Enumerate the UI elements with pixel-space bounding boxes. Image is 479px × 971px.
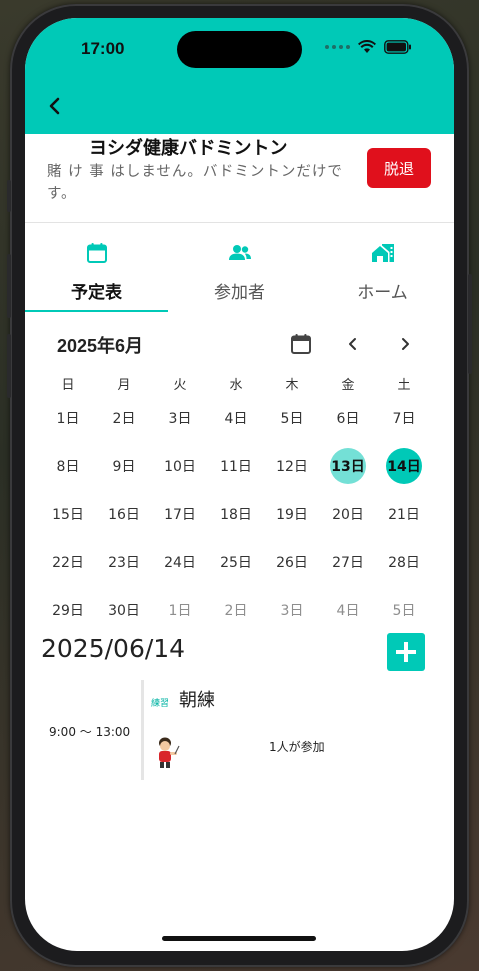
add-event-button[interactable] [387, 633, 425, 671]
weekday-label: 木 [285, 378, 299, 393]
weekday-label: 火 [173, 378, 187, 393]
calendar-day[interactable]: 18日 [208, 490, 264, 538]
calendar-day-next-month[interactable]: 2日 [208, 586, 264, 634]
wifi-icon [358, 40, 376, 53]
next-month-button[interactable] [391, 330, 419, 358]
event-divider [141, 680, 144, 780]
calendar-day[interactable]: 25日 [208, 538, 264, 586]
dynamic-island [177, 31, 302, 68]
calendar-week: 15日 16日 17日 18日 19日 20日 21日 [40, 490, 432, 538]
calendar-week: 8日 9日 10日 11日 12日 13日 14日 [40, 442, 432, 490]
calendar-day[interactable]: 3日 [152, 394, 208, 442]
plus-icon [396, 642, 416, 662]
tab-bar: 予定表 参加者 ホーム [25, 240, 454, 314]
chevron-left-icon [49, 97, 60, 115]
calendar-day[interactable]: 20日 [320, 490, 376, 538]
calendar-day[interactable]: 2日 [96, 394, 152, 442]
calendar-day[interactable]: 15日 [40, 490, 96, 538]
event-tag: 練習 [151, 699, 170, 709]
leave-group-button[interactable]: 脱退 [367, 148, 431, 188]
calendar-day[interactable]: 24日 [152, 538, 208, 586]
tab-schedule[interactable]: 予定表 [25, 240, 168, 314]
tab-participants-label: 参加者 [214, 283, 265, 303]
calendar-header: 2025年6月 [25, 328, 454, 364]
prev-month-button[interactable] [339, 330, 367, 358]
status-icons [325, 40, 412, 54]
action-button [7, 180, 11, 212]
calendar-day[interactable]: 5日 [264, 394, 320, 442]
battery-icon [384, 40, 411, 54]
home-icon [371, 244, 394, 262]
tab-schedule-label: 予定表 [71, 283, 122, 303]
weekday-label: 日 [61, 378, 75, 393]
tab-participants[interactable]: 参加者 [168, 240, 311, 314]
event-title: 朝練 [179, 690, 215, 711]
calendar-day[interactable]: 27日 [320, 538, 376, 586]
status-time: 17:00 [81, 39, 125, 58]
calendar-day[interactable]: 17日 [152, 490, 208, 538]
month-label: 2025年6月 [57, 336, 144, 356]
chevron-left-icon [349, 338, 356, 350]
people-icon [228, 245, 251, 260]
participant-avatar [159, 737, 180, 768]
calendar-day[interactable]: 19日 [264, 490, 320, 538]
selected-date-heading: 2025/06/14 [41, 634, 186, 663]
calendar-day[interactable]: 1日 [40, 394, 96, 442]
group-title: ヨシダ健康バドミントン [89, 138, 288, 158]
event-card[interactable]: 9:00 ～ 13:00 練習 朝練 1人が参加 [25, 680, 454, 782]
calendar-day[interactable]: 28日 [376, 538, 432, 586]
power-button [468, 274, 472, 374]
weekday-header: 日 月 火 水 木 金 土 [40, 374, 432, 393]
calendar-day[interactable]: 7日 [376, 394, 432, 442]
calendar-icon [86, 243, 107, 263]
calendar-week: 29日 30日 1日 2日 3日 4日 5日 [40, 586, 432, 634]
back-button[interactable] [43, 94, 67, 118]
calendar-icon [291, 334, 311, 354]
calendar-day[interactable]: 23日 [96, 538, 152, 586]
volume-up-button [7, 254, 11, 318]
tab-home[interactable]: ホーム [311, 240, 454, 314]
chevron-right-icon [402, 338, 409, 350]
calendar-day-selected[interactable]: 14日 [376, 442, 432, 490]
weekday-label: 金 [341, 378, 355, 393]
calendar-week: 1日 2日 3日 4日 5日 6日 7日 [40, 394, 432, 442]
calendar-day-next-month[interactable]: 5日 [376, 586, 432, 634]
cellular-signal-icon [325, 45, 350, 49]
volume-down-button [7, 334, 11, 398]
home-indicator [162, 936, 316, 941]
calendar-day[interactable]: 30日 [96, 586, 152, 634]
calendar-day[interactable]: 11日 [208, 442, 264, 490]
calendar-day-next-month[interactable]: 4日 [320, 586, 376, 634]
calendar-day[interactable]: 9日 [96, 442, 152, 490]
calendar-day[interactable]: 12日 [264, 442, 320, 490]
group-description: 賭 け 事 はしません。バドミントンだけです。 [47, 164, 343, 202]
calendar-day-next-month[interactable]: 3日 [264, 586, 320, 634]
calendar-week: 22日 23日 24日 25日 26日 27日 28日 [40, 538, 432, 586]
calendar-day[interactable]: 29日 [40, 586, 96, 634]
screen: 17:00 ヨシダ健康バドミントン 賭 け 事 はしません。バドミントンだけです… [25, 18, 454, 951]
calendar-day[interactable]: 26日 [264, 538, 320, 586]
calendar-day[interactable]: 21日 [376, 490, 432, 538]
calendar-day[interactable]: 4日 [208, 394, 264, 442]
calendar-day[interactable]: 8日 [40, 442, 96, 490]
date-picker-button[interactable] [287, 330, 315, 358]
weekday-label: 月 [117, 378, 131, 393]
participant-count: 1人が参加 [269, 740, 325, 754]
tab-home-label: ホーム [357, 283, 408, 303]
calendar-day[interactable]: 6日 [320, 394, 376, 442]
calendar-day[interactable]: 10日 [152, 442, 208, 490]
divider [25, 222, 454, 223]
weekday-label: 水 [229, 378, 243, 393]
weekday-label: 土 [397, 378, 411, 393]
calendar-day-next-month[interactable]: 1日 [152, 586, 208, 634]
calendar-day[interactable]: 16日 [96, 490, 152, 538]
event-time: 9:00 ～ 13:00 [49, 725, 131, 739]
calendar-day-today[interactable]: 13日 [320, 442, 376, 490]
calendar-day[interactable]: 22日 [40, 538, 96, 586]
calendar-grid: 1日 2日 3日 4日 5日 6日 7日 8日 9日 10日 11日 12日 1… [40, 394, 432, 634]
